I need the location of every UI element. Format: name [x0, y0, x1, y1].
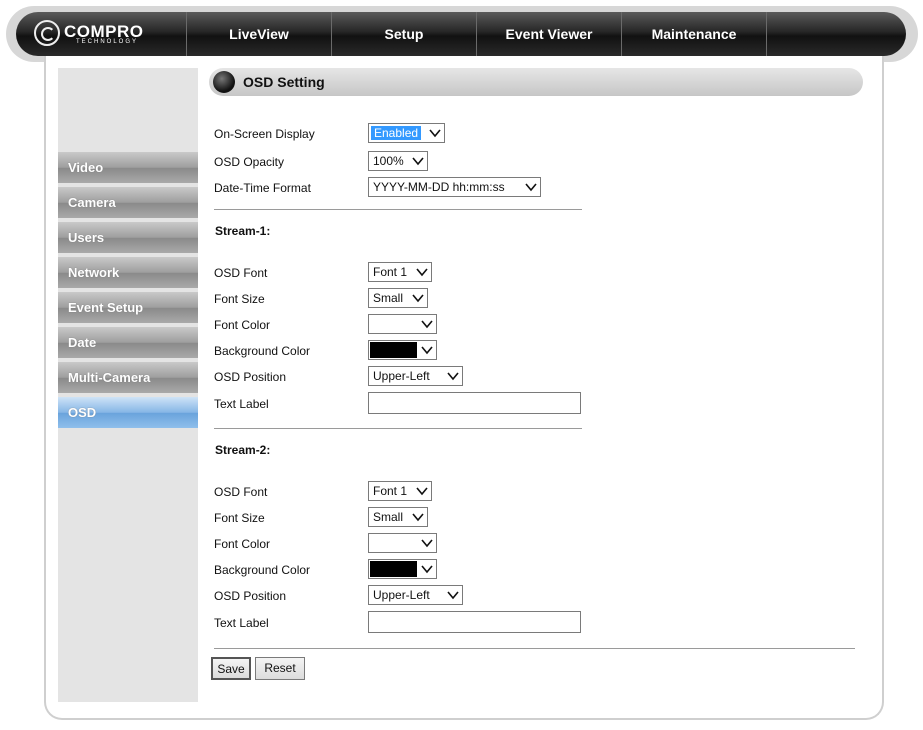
divider [214, 428, 582, 429]
stream-1-color-select[interactable] [368, 314, 437, 334]
stream-1-position-label: OSD Position [214, 370, 287, 384]
save-button[interactable]: Save [211, 657, 251, 680]
stream-1-bg-label: Background Color [214, 344, 311, 358]
sidebar-item-osd[interactable]: OSD [58, 397, 198, 428]
stream-2-position-label: OSD Position [214, 589, 287, 603]
chevron-down-icon [446, 369, 460, 383]
stream-1-size-select[interactable]: Small [368, 288, 428, 308]
stream-2-text-label: Text Label [214, 616, 269, 630]
compro-logo[interactable]: COMPRO TECHNOLOGY [34, 20, 154, 50]
sidebar-item-camera[interactable]: Camera [58, 187, 198, 218]
stream-1-font-value: Font 1 [373, 265, 408, 279]
datetime-select-value: YYYY-MM-DD hh:mm:ss [373, 180, 505, 194]
chevron-down-icon [524, 180, 538, 194]
stream-2-font-select[interactable]: Font 1 [368, 481, 432, 501]
sidebar-item-event-setup[interactable]: Event Setup [58, 292, 198, 323]
chevron-down-icon [411, 154, 425, 168]
stream-2-color-select[interactable] [368, 533, 437, 553]
sidebar-item-date[interactable]: Date [58, 327, 198, 358]
logo-subtext: TECHNOLOGY [76, 39, 139, 45]
chevron-down-icon [446, 588, 460, 602]
stream-1-text-input[interactable] [368, 392, 581, 414]
divider [214, 648, 855, 649]
nav-divider [766, 12, 767, 56]
chevron-down-icon [420, 562, 434, 576]
stream-1-color-swatch [370, 316, 417, 332]
reset-button[interactable]: Reset [255, 657, 305, 680]
sidebar-item-video[interactable]: Video [58, 152, 198, 183]
stream-1-color-label: Font Color [214, 318, 271, 332]
stream-2-size-value: Small [373, 510, 404, 524]
opacity-select[interactable]: 100% [368, 151, 428, 171]
section-header: OSD Setting [209, 68, 863, 96]
chevron-down-icon [428, 126, 442, 140]
stream-1-bg-swatch [370, 342, 417, 358]
compro-logo-icon [34, 20, 60, 46]
top-navbar: COMPRO TECHNOLOGY LiveView Setup Event V… [16, 12, 906, 56]
stream-1-position-value: Upper-Left [373, 369, 430, 383]
sidebar-item-network[interactable]: Network [58, 257, 198, 288]
stream-1-size-value: Small [373, 291, 404, 305]
stream-1-text-label: Text Label [214, 397, 269, 411]
stream-1-font-label: OSD Font [214, 266, 268, 280]
stream-1-title: Stream-1: [215, 224, 271, 238]
stream-1-bg-select[interactable] [368, 340, 437, 360]
sidebar-item-users[interactable]: Users [58, 222, 198, 253]
nav-event-viewer[interactable]: Event Viewer [477, 12, 621, 56]
stream-2-bg-label: Background Color [214, 563, 311, 577]
chevron-down-icon [415, 484, 429, 498]
stream-2-font-value: Font 1 [373, 484, 408, 498]
chevron-down-icon [420, 536, 434, 550]
stream-2-size-select[interactable]: Small [368, 507, 428, 527]
chevron-down-icon [411, 291, 425, 305]
stream-2-text-input[interactable] [368, 611, 581, 633]
stream-1-position-select[interactable]: Upper-Left [368, 366, 463, 386]
nav-setup[interactable]: Setup [332, 12, 476, 56]
datetime-label: Date-Time Format [214, 181, 311, 195]
datetime-select[interactable]: YYYY-MM-DD hh:mm:ss [368, 177, 541, 197]
stream-2-font-label: OSD Font [214, 485, 268, 499]
chevron-down-icon [420, 343, 434, 357]
stream-2-color-label: Font Color [214, 537, 271, 551]
nav-maintenance[interactable]: Maintenance [622, 12, 766, 56]
bullet-icon [213, 71, 235, 93]
stream-1-font-select[interactable]: Font 1 [368, 262, 432, 282]
page-title: OSD Setting [243, 74, 325, 90]
stream-2-size-label: Font Size [214, 511, 265, 525]
stream-2-position-value: Upper-Left [373, 588, 430, 602]
opacity-label: OSD Opacity [214, 155, 285, 169]
stream-2-color-swatch [370, 535, 417, 551]
chevron-down-icon [420, 317, 434, 331]
stream-2-bg-swatch [370, 561, 417, 577]
stream-2-title: Stream-2: [215, 443, 271, 457]
opacity-select-value: 100% [373, 154, 404, 168]
stream-2-bg-select[interactable] [368, 559, 437, 579]
stream-1-size-label: Font Size [214, 292, 265, 306]
osd-select-value: Enabled [371, 126, 422, 140]
osd-label: On-Screen Display [214, 127, 315, 141]
chevron-down-icon [411, 510, 425, 524]
chevron-down-icon [415, 265, 429, 279]
divider [214, 209, 582, 210]
nav-liveview[interactable]: LiveView [187, 12, 331, 56]
stream-2-position-select[interactable]: Upper-Left [368, 585, 463, 605]
osd-select[interactable]: Enabled [368, 123, 445, 143]
sidebar-item-multi-camera[interactable]: Multi-Camera [58, 362, 198, 393]
